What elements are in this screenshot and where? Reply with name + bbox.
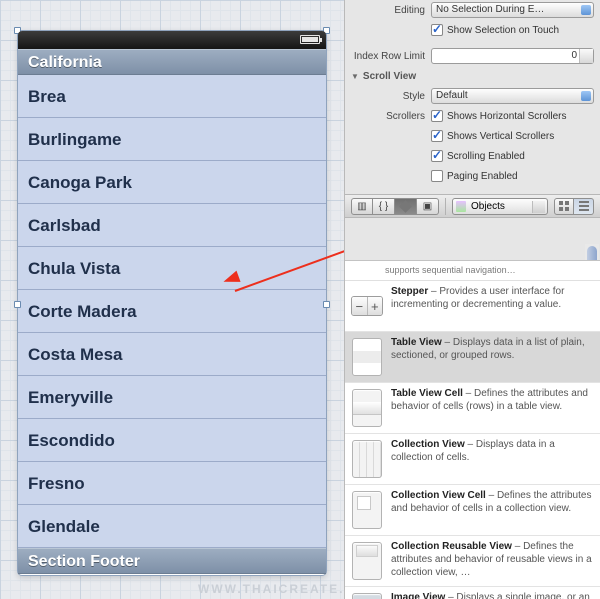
library-item-collection-view-cell[interactable]: Collection View Cell – Defines the attri…: [345, 485, 600, 536]
objects-tab[interactable]: [395, 198, 417, 215]
library-tab-segment[interactable]: ▥ { } ▣: [351, 198, 439, 215]
editing-popup[interactable]: No Selection During E…: [431, 2, 594, 18]
scrolling-enabled-checkbox[interactable]: [431, 150, 443, 162]
table-section-footer[interactable]: Section Footer: [18, 548, 326, 574]
status-bar: [18, 31, 326, 49]
image-view-icon: [352, 593, 382, 599]
disclosure-triangle-icon: ▼: [351, 72, 359, 81]
editing-label: Editing: [351, 5, 431, 16]
battery-icon: [300, 35, 320, 44]
library-item-collection-view[interactable]: Collection View – Displays data in a col…: [345, 434, 600, 485]
table-row[interactable]: Glendale: [18, 505, 326, 548]
style-label: Style: [351, 91, 431, 102]
library-item-table-view[interactable]: Table View – Displays data in a list of …: [345, 332, 600, 383]
library-item-title: Collection Reusable View: [391, 541, 512, 552]
library-view-mode[interactable]: [554, 198, 594, 215]
table-section-header[interactable]: California: [18, 49, 326, 75]
collection-view-cell-icon: [352, 491, 382, 529]
toolbar-separator: [445, 198, 446, 215]
index-row-limit-label: Index Row Limit: [351, 51, 431, 62]
resize-handle-right-mid[interactable]: [323, 301, 330, 308]
interface-builder-canvas[interactable]: California Brea Burlingame Canoga Park C…: [0, 0, 344, 599]
table-row[interactable]: Chula Vista: [18, 247, 326, 290]
library-item-stepper[interactable]: −+ Stepper – Provides a user interface f…: [345, 281, 600, 332]
object-library-list[interactable]: supports sequential navigation… −+ Stepp…: [345, 260, 600, 599]
library-item-title: Table View: [391, 337, 442, 348]
paging-enabled-label: Paging Enabled: [447, 171, 518, 182]
scroll-view-section[interactable]: ▼ Scroll View: [345, 66, 600, 86]
table-row[interactable]: Canoga Park: [18, 161, 326, 204]
grid-view-button[interactable]: [554, 198, 574, 215]
library-item-title: Image View: [391, 592, 445, 599]
table-row[interactable]: Corte Madera: [18, 290, 326, 333]
library-item-table-view-cell[interactable]: Table View Cell – Defines the attributes…: [345, 383, 600, 434]
code-snippets-tab[interactable]: { }: [373, 198, 395, 215]
table-row[interactable]: Burlingame: [18, 118, 326, 161]
scrollers-label: Scrollers: [351, 111, 431, 122]
library-item-collection-reusable-view[interactable]: Collection Reusable View – Defines the a…: [345, 536, 600, 587]
shows-horizontal-scrollers-checkbox[interactable]: [431, 110, 443, 122]
attributes-inspector: Editing No Selection During E… Show Sele…: [345, 0, 600, 186]
xcode-utilities-panel: Editing No Selection During E… Show Sele…: [344, 0, 600, 599]
list-view-button[interactable]: [574, 198, 594, 215]
library-toolbar: ▥ { } ▣ Objects: [345, 194, 600, 218]
scrolling-enabled-label: Scrolling Enabled: [447, 151, 525, 162]
style-popup[interactable]: Default: [431, 88, 594, 104]
cube-icon: [401, 202, 410, 211]
table-row[interactable]: Fresno: [18, 462, 326, 505]
collection-view-icon: [352, 440, 382, 478]
library-item-title: Collection View Cell: [391, 490, 486, 501]
stepper-icon: −+: [351, 296, 383, 316]
library-item-title: Stepper: [391, 286, 428, 297]
library-item-title: Table View Cell: [391, 388, 463, 399]
media-tab[interactable]: ▣: [417, 198, 439, 215]
table-row[interactable]: Carlsbad: [18, 204, 326, 247]
shows-vertical-scrollers-label: Shows Vertical Scrollers: [447, 131, 554, 142]
table-row[interactable]: Emeryville: [18, 376, 326, 419]
index-row-limit-field[interactable]: 0: [431, 48, 594, 64]
table-row[interactable]: Costa Mesa: [18, 333, 326, 376]
table-view[interactable]: Brea Burlingame Canoga Park Carlsbad Chu…: [18, 75, 326, 548]
iphone-preview[interactable]: California Brea Burlingame Canoga Park C…: [17, 30, 327, 576]
library-item-image-view[interactable]: Image View – Displays a single image, or…: [345, 587, 600, 599]
resize-handle-left-mid[interactable]: [14, 301, 21, 308]
show-selection-on-touch-checkbox[interactable]: [431, 24, 443, 36]
library-item-title: Collection View: [391, 439, 465, 450]
list-icon: [579, 201, 589, 211]
library-item-remnant: supports sequential navigation…: [345, 261, 600, 281]
paging-enabled-checkbox[interactable]: [431, 170, 443, 182]
shows-vertical-scrollers-checkbox[interactable]: [431, 130, 443, 142]
show-selection-on-touch-label: Show Selection on Touch: [447, 25, 559, 36]
collection-reusable-view-icon: [352, 542, 382, 580]
file-templates-tab[interactable]: ▥: [351, 198, 373, 215]
table-row[interactable]: Brea: [18, 75, 326, 118]
table-view-icon: [352, 338, 382, 376]
table-view-cell-icon: [352, 389, 382, 427]
table-row[interactable]: Escondido: [18, 419, 326, 462]
grid-icon: [559, 201, 569, 211]
library-scope-popup[interactable]: Objects: [452, 198, 548, 215]
shows-horizontal-scrollers-label: Shows Horizontal Scrollers: [447, 111, 567, 122]
